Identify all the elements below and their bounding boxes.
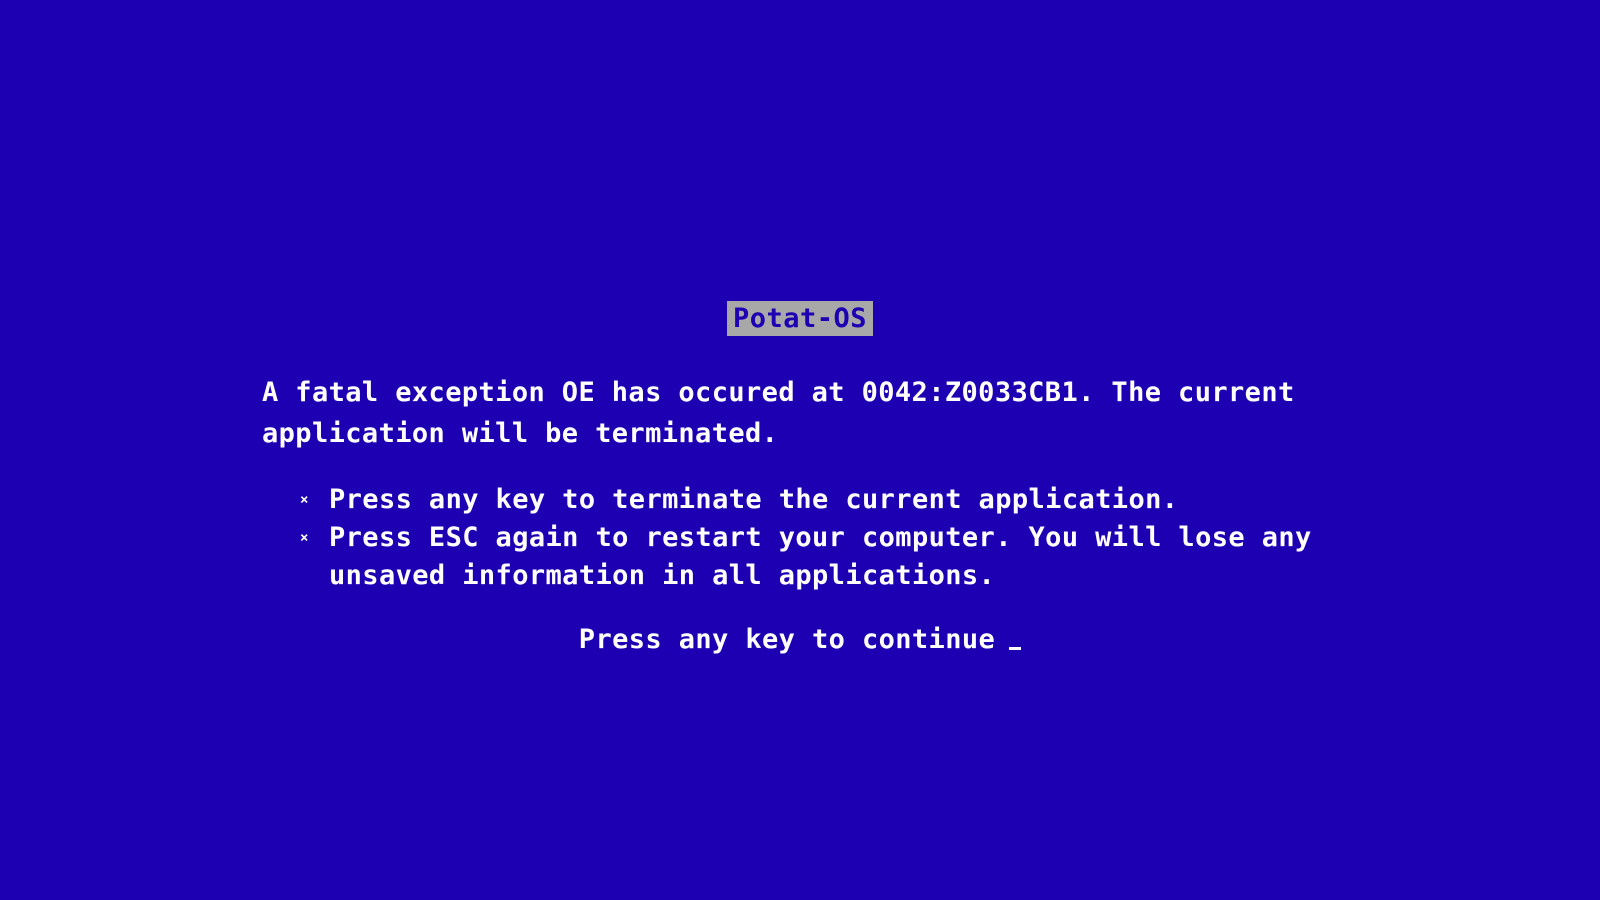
title-container: Potat-OS bbox=[0, 301, 1600, 336]
continue-prompt-container: Press any key to continue bbox=[0, 620, 1600, 660]
instruction-text: Press ESC again to restart your computer… bbox=[329, 522, 1312, 591]
blinking-cursor-icon bbox=[1009, 647, 1022, 650]
instruction-text: Press any key to terminate the current a… bbox=[329, 484, 1179, 515]
instruction-terminate-app: × Press any key to terminate the current… bbox=[300, 481, 1340, 519]
instruction-restart-computer: × Press ESC again to restart your comput… bbox=[300, 519, 1340, 595]
bullet-marker-icon: × bbox=[300, 492, 309, 508]
os-title-badge: Potat-OS bbox=[726, 301, 874, 336]
bullet-marker-icon: × bbox=[300, 530, 309, 546]
continue-prompt: Press any key to continue bbox=[578, 624, 996, 655]
error-message: A fatal exception OE has occured at 0042… bbox=[262, 377, 1295, 449]
instruction-list: × Press any key to terminate the current… bbox=[300, 481, 1340, 595]
error-screen[interactable]: Potat-OS A fatal exception OE has occure… bbox=[0, 0, 1600, 900]
